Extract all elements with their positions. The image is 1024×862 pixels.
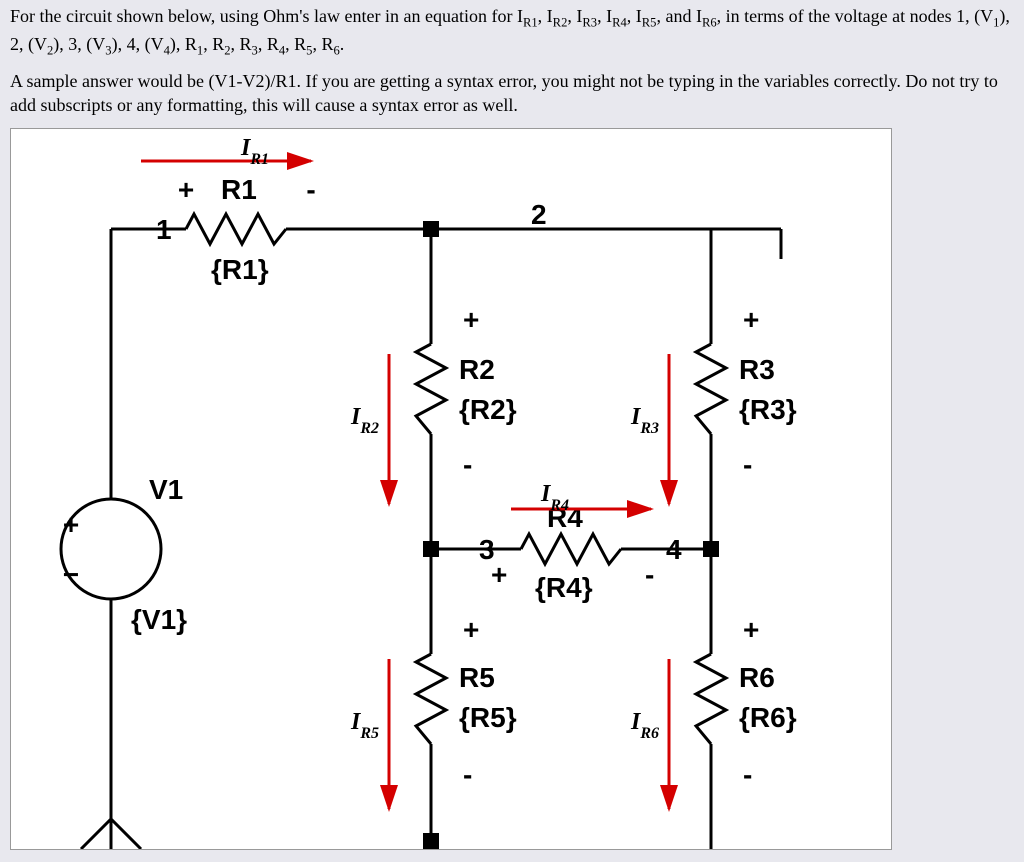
r4-plus: + <box>491 559 507 590</box>
node-2-label: 2 <box>531 199 547 230</box>
problem-paragraph-2: A sample answer would be (V1-V2)/R1. If … <box>10 69 1016 118</box>
r1-plus: + <box>178 174 194 205</box>
r4-minus: - <box>645 559 654 590</box>
r2-minus: - <box>463 449 472 480</box>
node-4-label: 4 <box>666 534 682 565</box>
r2-plus: + <box>463 304 479 335</box>
source-value: {V1} <box>131 604 187 635</box>
node-2-junction <box>423 221 439 237</box>
source-plus: + <box>63 509 79 540</box>
r6-current: IR6 <box>630 709 659 742</box>
r5-minus: - <box>463 759 472 790</box>
r3-label: R3 <box>739 354 775 385</box>
r3-minus: - <box>743 449 752 480</box>
r6-plus: + <box>743 614 759 645</box>
r5-plus: + <box>463 614 479 645</box>
node-1-label: 1 <box>156 214 172 245</box>
r2-current: IR2 <box>350 404 379 437</box>
r2-value: {R2} <box>459 394 517 425</box>
r3-plus: + <box>743 304 759 335</box>
r1-current: IR1 <box>240 135 269 168</box>
source-minus: − <box>63 559 79 590</box>
r1-label: R1 <box>221 174 257 205</box>
source-label: V1 <box>149 474 183 505</box>
problem-paragraph-1: For the circuit shown below, using Ohm's… <box>10 4 1016 59</box>
r1-value: {R1} <box>211 254 269 285</box>
r1-minus: - <box>306 174 315 205</box>
r4-value: {R4} <box>535 572 593 603</box>
circuit-diagram: + − 1 2 3 4 V1 {V1} + - R1 {R1} IR1 + - … <box>10 128 892 850</box>
r3-value: {R3} <box>739 394 797 425</box>
r5-label: R5 <box>459 662 495 693</box>
r3-current: IR3 <box>630 404 659 437</box>
r6-minus: - <box>743 759 752 790</box>
r5-current: IR5 <box>350 709 379 742</box>
node-3-junction <box>423 541 439 557</box>
r6-value: {R6} <box>739 702 797 733</box>
r6-label: R6 <box>739 662 775 693</box>
bottom-junction <box>423 833 439 849</box>
r5-value: {R5} <box>459 702 517 733</box>
node-4-junction <box>703 541 719 557</box>
r2-label: R2 <box>459 354 495 385</box>
problem-statement: For the circuit shown below, using Ohm's… <box>0 0 1024 128</box>
